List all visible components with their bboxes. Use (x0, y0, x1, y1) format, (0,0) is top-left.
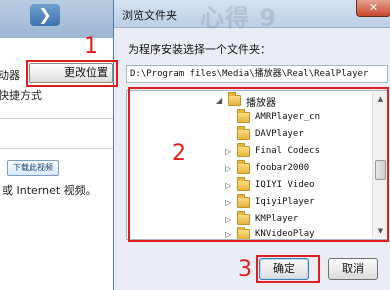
chevron-right-icon[interactable]: ▷ (225, 181, 231, 190)
tree-item-label: Final Codecs (255, 146, 321, 156)
tree-item-label: IqiyiPlayer (255, 197, 315, 207)
browse-folder-dialog: 浏览文件夹 ✕ 为程序安装选择一个文件夹： D:\Program files\M… (113, 0, 390, 290)
folder-icon (237, 227, 250, 239)
tree-item-label: foobar2000 (255, 163, 310, 173)
tree-item[interactable]: ▷ Final Codecs (127, 143, 377, 161)
chevron-right-icon[interactable]: ▷ (225, 198, 231, 207)
scroll-thumb[interactable] (375, 160, 386, 180)
annotation-number-step1: 1 (84, 34, 98, 59)
tree-item-label: IQIYI Video (255, 180, 315, 190)
folder-icon (237, 143, 250, 157)
folder-icon (237, 126, 250, 140)
tree-item-label: 播放器 (246, 98, 276, 109)
tree-item[interactable]: ▷ IqiyiPlayer (127, 194, 377, 212)
divider (0, 118, 120, 119)
tree-item[interactable]: ▷ KNVideoPlay (127, 227, 377, 239)
folder-icon (237, 160, 250, 174)
shortcut-label: 快捷方式 (0, 89, 42, 102)
watermark: 心得 9 (200, 4, 278, 32)
scroll-down-icon[interactable]: ▼ (373, 224, 388, 238)
chevron-right-icon[interactable]: ▷ (225, 147, 231, 156)
annotation-number-step2: 2 (172, 141, 186, 166)
internet-video-text: 或 Internet 视频。 (2, 184, 97, 197)
app-logo-icon: ❯ (30, 4, 60, 26)
tree-item-root[interactable]: ◢ 播放器 (127, 92, 377, 110)
chevron-right-icon[interactable]: ▷ (225, 230, 231, 239)
installer-window: ❯ 动器 更改位置 快捷方式 下载此视频 或 Internet 视频。 (0, 0, 120, 290)
chevron-right-icon[interactable]: ▷ (225, 215, 231, 224)
folder-path-field[interactable]: D:\Program files\Media\播放器\Real\RealPlay… (126, 65, 388, 83)
dialog-instruction: 为程序安装选择一个文件夹： (128, 43, 271, 56)
folder-tree[interactable]: ◢ 播放器 AMRPlayer_cn DAVPlayer ▷ Final Cod… (126, 90, 388, 240)
tree-item[interactable]: ▷ foobar2000 (127, 160, 377, 178)
folder-icon (237, 109, 250, 123)
change-location-button[interactable]: 更改位置 (29, 63, 113, 83)
cancel-button[interactable]: 取消 (328, 258, 378, 280)
ok-button[interactable]: 确定 (259, 258, 309, 280)
tree-item[interactable]: AMRPlayer_cn (127, 109, 377, 127)
download-video-button[interactable]: 下载此视频 (7, 160, 59, 176)
tree-scrollbar[interactable]: ▲ ▼ (372, 92, 387, 238)
folder-icon (237, 177, 250, 191)
tree-item-label: KNVideoPlay (255, 229, 315, 239)
tree-item[interactable]: DAVPlayer (127, 126, 377, 144)
folder-icon (228, 92, 241, 106)
annotation-number-step3: 3 (238, 257, 252, 282)
chevron-right-icon[interactable]: ▷ (225, 164, 231, 173)
tree-item-label: DAVPlayer (255, 129, 304, 139)
tree-item-label: KMPlayer (255, 214, 299, 224)
folder-icon (237, 211, 250, 225)
installer-header: ❯ (0, 0, 120, 38)
tree-item-label: AMRPlayer_cn (255, 112, 321, 122)
divider (0, 148, 120, 149)
folder-icon (237, 194, 250, 208)
player-label: 动器 (0, 69, 20, 82)
chevron-down-icon[interactable]: ◢ (216, 96, 222, 105)
dialog-title: 浏览文件夹 (122, 9, 177, 22)
scroll-up-icon[interactable]: ▲ (373, 92, 388, 106)
tree-item[interactable]: ▷ IQIYI Video (127, 177, 377, 195)
close-icon[interactable]: ✕ (356, 0, 390, 17)
